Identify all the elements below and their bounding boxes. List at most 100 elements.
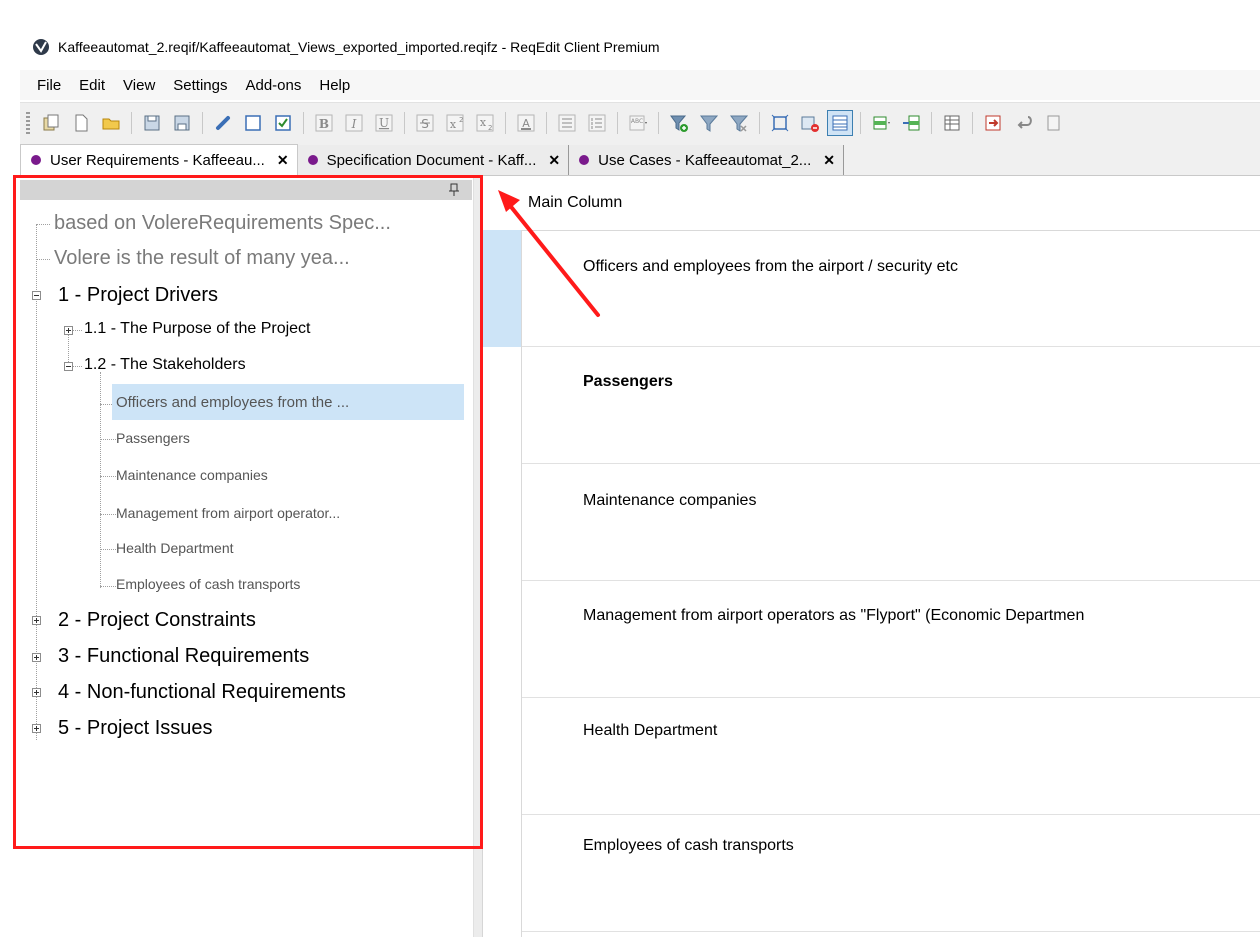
checkbox-checked-icon[interactable] xyxy=(270,110,296,136)
expand-icon[interactable] xyxy=(32,616,41,625)
expand-icon[interactable] xyxy=(32,653,41,662)
close-icon[interactable]: ✕ xyxy=(548,152,560,169)
tree-item[interactable]: Maintenance companies xyxy=(116,467,268,483)
tree-item-stakeholders[interactable]: 1.2 - The Stakeholders xyxy=(84,356,246,374)
column-header[interactable]: Main Column xyxy=(483,176,1260,231)
tab-label: Specification Document - Kaff... xyxy=(326,151,537,169)
app-logo-icon xyxy=(33,39,49,55)
spellcheck-icon[interactable]: ABC xyxy=(625,110,651,136)
italic-icon[interactable]: I xyxy=(341,110,367,136)
menu-edit[interactable]: Edit xyxy=(70,72,114,98)
close-icon[interactable]: ✕ xyxy=(277,152,289,169)
subscript-icon[interactable]: x2 xyxy=(472,110,498,136)
tab-use-cases[interactable]: Use Cases - Kaffeeautomat_2... ✕ xyxy=(569,145,845,175)
row-text: Maintenance companies xyxy=(583,492,757,509)
tab-specification-document[interactable]: Specification Document - Kaff... ✕ xyxy=(297,145,570,175)
toolbar-separator xyxy=(972,112,973,134)
close-icon[interactable]: ✕ xyxy=(823,152,835,169)
superscript-icon[interactable]: x2 xyxy=(442,110,468,136)
document-tab-bar: User Requirements - Kaffeeau... ✕ Specif… xyxy=(20,143,1260,176)
tree-item-non-functional-requirements[interactable]: 4 - Non-functional Requirements xyxy=(58,681,346,704)
tree-item-project-drivers[interactable]: 1 - Project Drivers xyxy=(58,284,218,307)
remove-object-icon[interactable] xyxy=(797,110,823,136)
row-selection-marker[interactable] xyxy=(483,230,521,347)
tab-label: Use Cases - Kaffeeautomat_2... xyxy=(598,151,812,169)
outline-tree-panel: based on VolereRequirements Spec... Vole… xyxy=(20,176,483,937)
new-document-icon[interactable] xyxy=(68,110,94,136)
menu-settings[interactable]: Settings xyxy=(164,72,236,98)
tree-item-functional-requirements[interactable]: 3 - Functional Requirements xyxy=(58,645,309,668)
expand-icon[interactable] xyxy=(32,724,41,733)
toolbar: B I U S x2 x2 A ABC xyxy=(20,102,1260,144)
collapse-icon[interactable] xyxy=(32,291,41,300)
svg-text:B: B xyxy=(319,117,329,131)
link-icon[interactable] xyxy=(210,110,236,136)
checkbox-empty-icon[interactable] xyxy=(240,110,266,136)
toolbar-separator xyxy=(931,112,932,134)
tree-item[interactable]: based on VolereRequirements Spec... xyxy=(54,212,391,235)
bold-icon[interactable]: B xyxy=(311,110,337,136)
row-text: Passengers xyxy=(583,373,673,390)
tree-item-purpose[interactable]: 1.1 - The Purpose of the Project xyxy=(84,320,311,338)
table-row[interactable]: Officers and employees from the airport … xyxy=(522,230,1260,347)
pin-icon[interactable] xyxy=(448,183,460,197)
insert-row-icon[interactable] xyxy=(868,110,894,136)
numbered-list-icon[interactable] xyxy=(584,110,610,136)
menu-add-ons[interactable]: Add-ons xyxy=(236,72,310,98)
underline-icon[interactable]: U xyxy=(371,110,397,136)
table-view-icon[interactable] xyxy=(827,110,853,136)
table-row[interactable]: Maintenance companies xyxy=(522,464,1260,581)
toolbar-separator xyxy=(546,112,547,134)
wrap-icon[interactable] xyxy=(1010,110,1036,136)
bullet-list-icon[interactable] xyxy=(554,110,580,136)
document-dot-icon xyxy=(579,155,590,165)
document-dot-icon xyxy=(307,155,318,165)
column-header-label: Main Column xyxy=(528,194,623,211)
filter-remove-icon[interactable] xyxy=(726,110,752,136)
table-row[interactable]: Passengers xyxy=(522,347,1260,464)
table-row[interactable]: Employees of cash transports xyxy=(522,815,1260,932)
filter-add-icon[interactable] xyxy=(666,110,692,136)
tree-item-selected[interactable]: Officers and employees from the ... xyxy=(116,394,349,411)
save-as-icon[interactable] xyxy=(169,110,195,136)
copy-icon[interactable] xyxy=(38,110,64,136)
open-folder-icon[interactable] xyxy=(98,110,124,136)
tree-item-project-issues[interactable]: 5 - Project Issues xyxy=(58,717,213,740)
menu-help[interactable]: Help xyxy=(310,72,359,98)
menu-view[interactable]: View xyxy=(114,72,164,98)
tree-item[interactable]: Management from airport operator... xyxy=(116,505,340,521)
insert-child-icon[interactable] xyxy=(898,110,924,136)
font-color-icon[interactable]: A xyxy=(513,110,539,136)
fit-window-icon[interactable] xyxy=(767,110,793,136)
strikethrough-icon[interactable]: S xyxy=(412,110,438,136)
toolbar-separator xyxy=(860,112,861,134)
tree-item[interactable]: Passengers xyxy=(116,430,190,446)
tree-item[interactable]: Volere is the result of many yea... xyxy=(54,247,350,270)
row-text: Health Department xyxy=(583,722,718,739)
expand-icon[interactable] xyxy=(32,688,41,697)
menu-bar: File Edit View Settings Add-ons Help xyxy=(20,70,1260,100)
toolbar-grip[interactable] xyxy=(26,112,30,134)
row-text: Employees of cash transports xyxy=(583,837,794,854)
main-table-panel: Main Column Officers and employees from … xyxy=(483,176,1260,937)
collapse-icon[interactable] xyxy=(64,362,73,371)
toolbar-separator xyxy=(658,112,659,134)
tree-scrollbar[interactable] xyxy=(473,176,482,937)
table-row[interactable]: Management from airport operators as "Fl… xyxy=(522,581,1260,698)
export-icon[interactable] xyxy=(980,110,1006,136)
svg-text:I: I xyxy=(351,117,357,131)
svg-text:2: 2 xyxy=(459,116,463,124)
menu-file[interactable]: File xyxy=(28,72,70,98)
tree-item[interactable]: Health Department xyxy=(116,540,234,556)
tree-item[interactable]: Employees of cash transports xyxy=(116,576,300,592)
tree-item-project-constraints[interactable]: 2 - Project Constraints xyxy=(58,609,256,632)
table-row[interactable]: Health Department xyxy=(522,698,1260,815)
tab-label: User Requirements - Kaffeeau... xyxy=(50,151,265,169)
tab-user-requirements[interactable]: User Requirements - Kaffeeau... ✕ xyxy=(20,144,298,175)
filter-icon[interactable] xyxy=(696,110,722,136)
toolbar-separator xyxy=(131,112,132,134)
expand-icon[interactable] xyxy=(64,326,73,335)
document-icon[interactable] xyxy=(1040,110,1066,136)
save-icon[interactable] xyxy=(139,110,165,136)
table-settings-icon[interactable] xyxy=(939,110,965,136)
